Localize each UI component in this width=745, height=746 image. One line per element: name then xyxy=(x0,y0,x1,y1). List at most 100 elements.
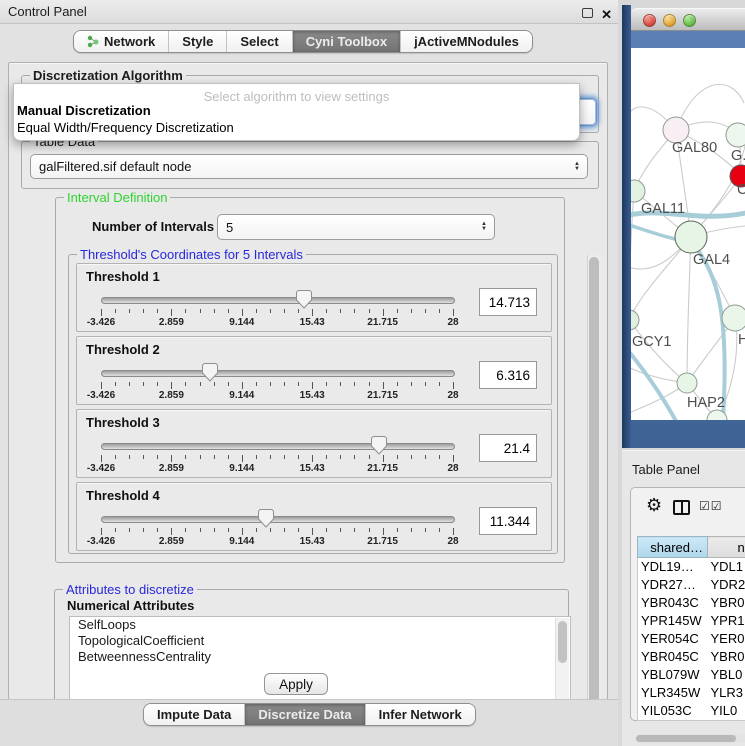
table-cell[interactable]: YBR0 xyxy=(708,594,745,612)
table-row[interactable]: YDL19…YDL1 xyxy=(638,558,745,577)
top-tab-bar: Network Style SelectCyni ToolboxjActiveMNo… xyxy=(73,30,533,53)
threshold-value-field[interactable]: 21.4 xyxy=(479,434,537,462)
threshold-slider-thumb[interactable] xyxy=(202,363,218,382)
network-node-label: GCY1 xyxy=(632,334,672,350)
network-node-label: H xyxy=(738,332,745,348)
window-close-icon[interactable]: ✕ xyxy=(601,3,612,27)
list-scrollbar-thumb[interactable] xyxy=(558,621,567,663)
vertical-scrollbar-thumb[interactable] xyxy=(589,257,599,719)
network-window-titlebar[interactable] xyxy=(631,8,745,31)
threshold-value-field[interactable]: 6.316 xyxy=(479,361,537,389)
slider-tick-label: 15.43 xyxy=(300,390,325,401)
tab-select[interactable]: Select xyxy=(227,31,292,52)
table-cell[interactable]: YBL079W xyxy=(638,666,708,684)
table-cell[interactable]: YIL053C xyxy=(638,702,708,721)
table-cell[interactable]: YBL0 xyxy=(708,666,745,684)
tab-network[interactable]: Network xyxy=(74,31,169,52)
tab-infer-network[interactable]: Infer Network xyxy=(366,704,475,725)
table-row[interactable]: YBR045CYBR0 xyxy=(638,648,745,666)
network-node[interactable] xyxy=(631,310,639,330)
table-row[interactable]: YBL079WYBL0 xyxy=(638,666,745,684)
network-node[interactable] xyxy=(675,221,707,253)
table-cell[interactable]: YBR043C xyxy=(638,594,708,612)
table-cell[interactable]: YBR045C xyxy=(638,648,708,666)
tab-discretize-data[interactable]: Discretize Data xyxy=(245,704,365,725)
slider-tick-label: -3.426 xyxy=(87,390,115,401)
network-node[interactable] xyxy=(722,305,745,331)
checkbox-icons[interactable]: ☑☑ xyxy=(699,499,723,513)
close-traffic-light-icon[interactable] xyxy=(643,14,656,27)
num-intervals-combobox[interactable]: 5 ▲▼ xyxy=(217,214,495,240)
table-row[interactable]: YDR27…YDR2 xyxy=(638,576,745,594)
gear-icon[interactable]: ⚙ xyxy=(646,495,662,516)
table-data-combobox[interactable]: galFiltered.sif default node ▲▼ xyxy=(30,154,588,179)
slider-tick xyxy=(270,309,271,313)
dropdown-item[interactable]: Equal Width/Frequency Discretization xyxy=(17,120,234,135)
attribute-list-item[interactable]: SelfLoops xyxy=(70,617,570,633)
zoom-traffic-light-icon[interactable] xyxy=(683,14,696,27)
slider-tick xyxy=(115,382,116,386)
tab-label: Style xyxy=(182,34,213,49)
attribute-list-item[interactable]: TopologicalCoefficient xyxy=(70,633,570,649)
horizontal-scrollbar[interactable] xyxy=(635,734,745,743)
slider-tick xyxy=(171,382,172,389)
table-row[interactable]: YBR043CYBR0 xyxy=(638,594,745,612)
tab-jactivemnodules[interactable]: jActiveMNodules xyxy=(401,31,532,52)
threshold-slider-thumb[interactable] xyxy=(258,509,274,528)
dropdown-item[interactable]: Manual Discretization xyxy=(17,103,151,118)
minimize-traffic-light-icon[interactable] xyxy=(663,14,676,27)
network-node[interactable] xyxy=(677,373,697,393)
threshold-slider-track[interactable] xyxy=(101,370,455,377)
table-cell[interactable]: YPR145W xyxy=(638,612,708,630)
table-row[interactable]: YIL053CYIL0 xyxy=(638,702,745,721)
table-cell[interactable]: YDL19… xyxy=(638,558,708,577)
tab-style[interactable]: Style xyxy=(169,31,227,52)
slider-tick xyxy=(340,528,341,532)
attribute-list-item[interactable]: BetweennessCentrality xyxy=(70,649,570,665)
threshold-slider-track[interactable] xyxy=(101,516,455,523)
slider-tick xyxy=(228,309,229,313)
table-cell[interactable]: YPR1 xyxy=(708,612,745,630)
threshold-slider-thumb[interactable] xyxy=(371,436,387,455)
window-float-icon[interactable] xyxy=(582,8,593,18)
slider-tick-label: 28 xyxy=(447,317,458,328)
table-cell[interactable]: YIL0 xyxy=(708,702,745,721)
table-cell[interactable]: YBR0 xyxy=(708,648,745,666)
network-node-label: C xyxy=(737,182,745,198)
table-cell[interactable]: YER054C xyxy=(638,630,708,648)
threshold-value-field[interactable]: 11.344 xyxy=(479,507,537,535)
table-cell[interactable]: YDR27… xyxy=(638,576,708,594)
table-column-header[interactable]: shared… xyxy=(638,537,708,558)
horizontal-scrollbar-thumb[interactable] xyxy=(636,735,736,742)
table-cell[interactable]: YDL1 xyxy=(708,558,745,577)
threshold-value-field[interactable]: 14.713 xyxy=(479,288,537,316)
slider-tick xyxy=(185,382,186,386)
table-cell[interactable]: YDR2 xyxy=(708,576,745,594)
table-cell[interactable]: YLR345W xyxy=(638,684,708,702)
network-node[interactable] xyxy=(726,123,745,147)
threshold-slider-track[interactable] xyxy=(101,443,455,450)
table-row[interactable]: YER054CYER0 xyxy=(638,630,745,648)
threshold-slider-thumb[interactable] xyxy=(296,290,312,309)
slider-tick xyxy=(425,528,426,532)
threshold-label: Threshold 2 xyxy=(86,342,160,357)
network-canvas[interactable]: GAL80G.CGAL11GAL4GCY1HHAP2 xyxy=(631,48,745,420)
node-table[interactable]: shared…naYDL19…YDL1YDR27…YDR2YBR043CYBR0… xyxy=(637,536,745,721)
tab-label: Discretize Data xyxy=(258,707,351,722)
apply-button[interactable]: Apply xyxy=(264,673,328,695)
slider-tick xyxy=(214,528,215,532)
table-column-header[interactable]: na xyxy=(708,537,745,558)
tab-cyni-toolbox[interactable]: Cyni Toolbox xyxy=(293,31,401,52)
table-cell[interactable]: YER0 xyxy=(708,630,745,648)
slider-tick xyxy=(129,455,130,459)
table-cell[interactable]: YLR3 xyxy=(708,684,745,702)
table-row[interactable]: YLR345WYLR3 xyxy=(638,684,745,702)
table-row[interactable]: YPR145WYPR1 xyxy=(638,612,745,630)
threshold-slider-track[interactable] xyxy=(101,297,455,304)
slider-tick xyxy=(425,309,426,313)
tab-impute-data[interactable]: Impute Data xyxy=(144,704,245,725)
vertical-scrollbar[interactable] xyxy=(587,255,601,727)
slider-tick xyxy=(129,382,130,386)
columns-icon[interactable] xyxy=(673,500,690,515)
network-node-label: HAP2 xyxy=(687,395,725,411)
